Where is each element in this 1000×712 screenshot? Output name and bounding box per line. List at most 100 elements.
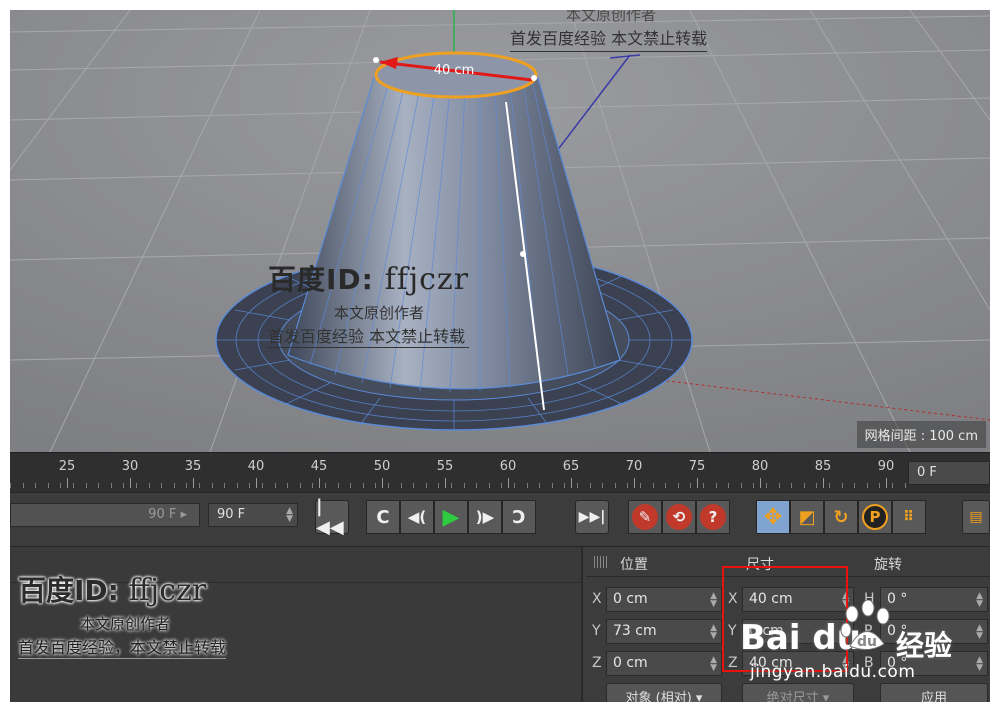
timeline-minor-tick	[892, 483, 893, 488]
timeline-minor-tick	[173, 483, 175, 488]
rotation-header: 旋转	[874, 557, 902, 573]
grid-spacing-readout: 网格间距 : 100 cm	[856, 421, 986, 448]
timeline-minor-tick	[85, 483, 87, 488]
record-button[interactable]: ✎	[628, 500, 662, 534]
timeline-tick-label: 70	[625, 459, 643, 474]
timeline-major-tick	[445, 478, 446, 488]
film-strip-button[interactable]: ▤	[962, 500, 990, 534]
timeline-major-tick	[760, 478, 761, 488]
watermark-id: 百度ID: ffjczr	[268, 262, 470, 297]
timeline-minor-tick	[148, 483, 150, 488]
rotate-tool-button[interactable]: ↻	[824, 500, 858, 534]
timeline-major-tick	[634, 478, 635, 488]
timeline-tick-label: 75	[688, 459, 706, 474]
timeline-minor-tick	[413, 483, 415, 488]
pos-y-field[interactable]: 73 cm ▲ ▼	[606, 619, 722, 644]
rotate-icon: ↻	[833, 506, 849, 528]
watermark-bottom-left: 百度ID: ffjczr 本文原创作者 首发百度经验，本文禁止转载	[18, 569, 227, 659]
record-key-icon: ✎	[632, 504, 658, 530]
points-button[interactable]: ⠿	[892, 500, 926, 534]
goto-end-icon: ▶▶|	[578, 509, 606, 525]
jingyan-url: jingyan.baidu.com	[750, 662, 916, 682]
watermark-notice: 首发百度经验 本文禁止转载	[268, 323, 470, 348]
scale-tool-button[interactable]: ◩	[790, 500, 824, 534]
timeline-major-tick	[697, 478, 698, 488]
watermark-author: 本文原创作者	[80, 615, 171, 633]
next-key-icon: Ↄ	[512, 506, 526, 528]
timeline-minor-tick	[110, 483, 112, 488]
end-frame-field[interactable]: 90 F ▲ ▼	[208, 503, 298, 527]
timeline-tick-label: 50	[373, 459, 391, 474]
timeline-minor-tick	[602, 483, 604, 488]
move-icon: ✥	[763, 504, 783, 530]
timeline-minor-tick	[690, 483, 692, 488]
timeline-major-tick	[193, 478, 194, 488]
pos-z-label: Z	[592, 655, 602, 671]
svg-text:du: du	[857, 634, 877, 650]
autokey-icon: ⟲	[666, 504, 692, 530]
timeline-minor-tick	[627, 483, 629, 488]
timeline-tick-label: 80	[751, 459, 769, 474]
timeline-tick-label: 45	[310, 459, 328, 474]
paw-icon: du	[840, 600, 890, 650]
goto-end-button[interactable]: ▶▶|	[575, 500, 609, 534]
prev-frame-button[interactable]: ◀(	[400, 500, 434, 534]
timeline-minor-tick	[325, 483, 326, 488]
pos-x-field[interactable]: 0 cm ▲ ▼	[606, 587, 722, 612]
timeline-minor-tick	[904, 483, 906, 488]
help-button[interactable]: ?	[696, 500, 730, 534]
frame-range-slider[interactable]: 90 F ▸	[10, 503, 200, 527]
timeline-minor-tick	[249, 483, 251, 488]
timeline-minor-tick	[866, 483, 868, 488]
timeline-major-tick	[319, 478, 320, 488]
timeline-minor-tick	[388, 483, 389, 488]
grip-icon[interactable]	[594, 556, 608, 568]
pos-z-field[interactable]: 0 cm ▲ ▼	[606, 651, 722, 676]
timeline-minor-tick	[463, 483, 465, 488]
timeline-minor-tick	[665, 483, 667, 488]
timeline-minor-tick	[677, 483, 679, 488]
timeline-minor-tick	[803, 483, 805, 488]
transport-bar: 90 F ▸ 90 F ▲ ▼ |◀◀ C ◀( ▶ )▶ Ↄ ▶▶| ✎ ⟲ ? …	[10, 492, 990, 546]
param-icon: P	[862, 504, 888, 530]
timeline-minor-tick	[753, 483, 755, 488]
timeline-minor-tick	[10, 483, 11, 488]
materials-panel[interactable]: 百度ID: ffjczr 本文原创作者 首发百度经验，本文禁止转载	[10, 547, 583, 702]
timeline-minor-tick	[640, 483, 641, 488]
timeline-minor-tick	[362, 483, 364, 488]
help-icon: ?	[700, 504, 726, 530]
move-tool-button[interactable]: ✥	[756, 500, 790, 534]
dots-grid-icon: ⠿	[903, 509, 915, 525]
position-header: 位置	[620, 557, 648, 573]
play-button[interactable]: ▶	[434, 500, 468, 534]
timeline-minor-tick	[476, 483, 478, 488]
3d-viewport[interactable]: 40 cm 本文原创作者 首发百度经验 本文禁止转载 百度ID: ffjczr …	[10, 10, 990, 452]
parameter-button[interactable]: P	[858, 500, 892, 534]
timeline-minor-tick	[123, 483, 125, 488]
next-key-button[interactable]: Ↄ	[502, 500, 536, 534]
scale-icon: ◩	[798, 506, 816, 528]
timeline-tick-label: 25	[58, 459, 76, 474]
goto-start-icon: |◀◀	[316, 496, 344, 538]
timeline-major-tick	[886, 478, 887, 488]
timeline-minor-tick	[728, 483, 730, 488]
dimension-label: 40 cm	[434, 63, 475, 78]
coord-mode-dropdown[interactable]: 对象 (相对) ▾	[606, 683, 722, 702]
timeline-minor-tick	[438, 483, 440, 488]
timeline-major-tick	[256, 478, 257, 488]
watermark-notice: 首发百度经验，本文禁止转载	[18, 634, 227, 659]
timeline-minor-tick	[186, 483, 188, 488]
goto-start-button[interactable]: |◀◀	[315, 496, 349, 538]
timeline-minor-tick	[287, 483, 289, 488]
timeline-minor-tick	[136, 483, 137, 488]
next-frame-button[interactable]: )▶	[468, 500, 502, 534]
timeline-minor-tick	[551, 483, 553, 488]
timeline-major-tick	[508, 478, 509, 488]
current-frame-field[interactable]: 0 F	[908, 461, 990, 485]
watermark-notice: 首发百度经验 本文禁止转载	[510, 25, 708, 52]
prev-key-button[interactable]: C	[366, 500, 400, 534]
watermark-author: 本文原创作者	[334, 304, 425, 322]
autokey-button[interactable]: ⟲	[662, 500, 696, 534]
timeline-ruler[interactable]: 25 30 35 40 45 50 55 60 65 70 75 80 85 90 0 F	[10, 452, 990, 492]
timeline-minor-tick	[375, 483, 377, 488]
